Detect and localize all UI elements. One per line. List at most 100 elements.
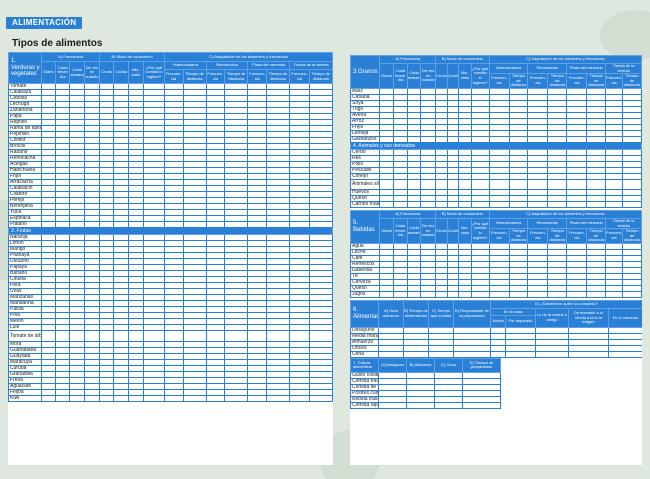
input-cell[interactable] — [508, 200, 529, 208]
input-cell[interactable] — [205, 395, 226, 402]
input-cell[interactable] — [446, 290, 460, 298]
input-cell[interactable] — [488, 200, 510, 208]
input-cell[interactable] — [505, 350, 536, 358]
input-cell[interactable] — [547, 290, 568, 298]
input-cell[interactable] — [605, 178, 623, 190]
input-cell[interactable] — [508, 178, 529, 190]
input-cell[interactable] — [406, 290, 422, 298]
input-cell[interactable] — [378, 350, 404, 358]
input-cell[interactable] — [406, 401, 435, 409]
input-cell[interactable] — [143, 395, 165, 402]
input-cell[interactable] — [470, 200, 490, 208]
input-cell[interactable] — [621, 290, 642, 298]
input-cell[interactable] — [535, 350, 569, 358]
input-cell[interactable] — [446, 200, 460, 208]
input-cell[interactable] — [69, 395, 85, 402]
input-cell[interactable] — [205, 330, 226, 342]
input-cell[interactable] — [621, 200, 642, 208]
input-cell[interactable] — [40, 330, 57, 342]
input-cell[interactable] — [308, 395, 333, 402]
input-cell[interactable] — [586, 200, 607, 208]
input-cell[interactable] — [508, 290, 529, 298]
input-cell[interactable] — [406, 200, 422, 208]
input-cell[interactable] — [289, 330, 310, 342]
input-cell[interactable] — [568, 350, 609, 358]
input-cell[interactable] — [393, 200, 408, 208]
input-cell[interactable] — [247, 330, 267, 342]
input-cell[interactable] — [247, 395, 267, 402]
input-cell[interactable] — [490, 350, 506, 358]
col-cada-semana: Cada semana — [406, 217, 422, 244]
col-tiempo-sub: Tiempo de distancia — [547, 73, 568, 89]
input-cell[interactable] — [379, 178, 395, 190]
input-cell[interactable] — [420, 290, 437, 298]
input-cell[interactable] — [458, 290, 472, 298]
input-cell[interactable] — [566, 200, 588, 208]
input-cell[interactable] — [547, 178, 568, 190]
input-cell[interactable] — [406, 178, 422, 190]
input-cell[interactable] — [127, 330, 145, 342]
input-cell[interactable] — [55, 330, 71, 342]
input-cell[interactable] — [289, 395, 310, 402]
input-cell[interactable] — [182, 330, 207, 342]
input-cell[interactable] — [435, 290, 448, 298]
input-cell[interactable] — [458, 200, 472, 208]
input-cell[interactable] — [308, 330, 333, 342]
input-cell[interactable] — [113, 395, 129, 402]
input-cell[interactable] — [403, 350, 429, 358]
input-cell[interactable] — [55, 395, 71, 402]
input-cell[interactable] — [470, 290, 490, 298]
input-cell[interactable] — [265, 330, 291, 342]
input-cell[interactable] — [69, 330, 85, 342]
input-cell[interactable] — [607, 350, 642, 358]
input-cell[interactable] — [393, 290, 408, 298]
input-cell[interactable] — [566, 290, 588, 298]
col-frecuencia-sub: Frecuen- cia — [488, 73, 510, 89]
input-cell[interactable] — [446, 178, 460, 190]
row-label: Cena — [350, 350, 379, 358]
input-cell[interactable] — [605, 200, 623, 208]
input-cell[interactable] — [434, 401, 463, 409]
row-label: Tomate de árbol — [8, 330, 42, 342]
input-cell[interactable] — [113, 330, 129, 342]
input-cell[interactable] — [393, 178, 408, 190]
col-huerto: Huerto/casera — [488, 62, 529, 75]
input-cell[interactable] — [527, 200, 549, 208]
input-cell[interactable] — [143, 330, 165, 342]
input-cell[interactable] — [163, 395, 184, 402]
input-cell[interactable] — [566, 178, 588, 190]
input-cell[interactable] — [428, 350, 454, 358]
input-cell[interactable] — [527, 178, 549, 190]
input-cell[interactable] — [605, 290, 623, 298]
input-cell[interactable] — [420, 200, 437, 208]
input-cell[interactable] — [470, 178, 490, 190]
input-cell[interactable] — [488, 178, 510, 190]
input-cell[interactable] — [378, 401, 407, 409]
input-cell[interactable] — [458, 178, 472, 190]
input-cell[interactable] — [586, 178, 607, 190]
input-cell[interactable] — [99, 395, 115, 402]
input-cell[interactable] — [586, 290, 607, 298]
input-cell[interactable] — [527, 290, 549, 298]
input-cell[interactable] — [127, 395, 145, 402]
input-cell[interactable] — [83, 395, 101, 402]
input-cell[interactable] — [435, 178, 448, 190]
input-cell[interactable] — [182, 395, 207, 402]
input-cell[interactable] — [99, 330, 115, 342]
input-cell[interactable] — [379, 290, 395, 298]
input-cell[interactable] — [224, 330, 249, 342]
input-cell[interactable] — [453, 350, 491, 358]
input-cell[interactable] — [379, 200, 395, 208]
input-cell[interactable] — [420, 178, 437, 190]
input-cell[interactable] — [224, 395, 249, 402]
input-cell[interactable] — [547, 200, 568, 208]
input-cell[interactable] — [435, 200, 448, 208]
input-cell[interactable] — [163, 330, 184, 342]
row-label: Rama de apio — [8, 125, 42, 132]
input-cell[interactable] — [265, 395, 291, 402]
input-cell[interactable] — [462, 401, 501, 409]
input-cell[interactable] — [621, 178, 642, 190]
input-cell[interactable] — [488, 290, 510, 298]
input-cell[interactable] — [83, 330, 101, 342]
input-cell[interactable] — [40, 395, 57, 402]
